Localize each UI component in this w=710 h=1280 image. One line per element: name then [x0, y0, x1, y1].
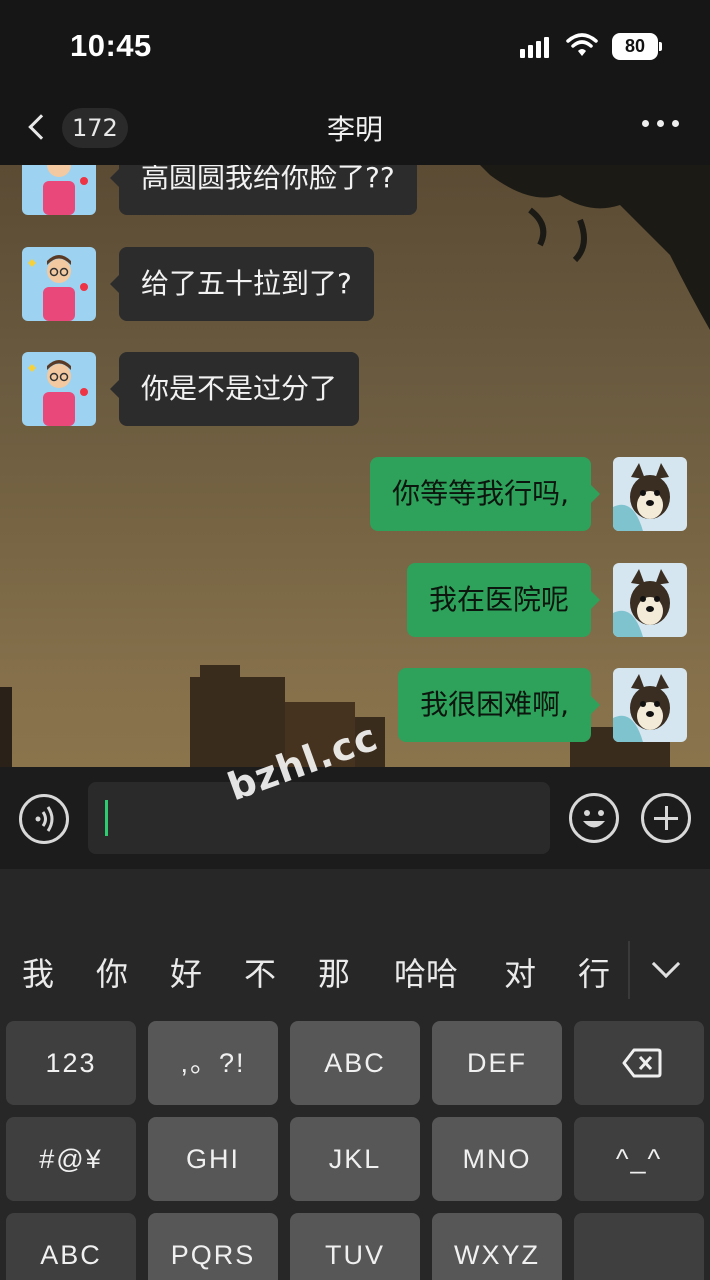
candidate-divider [628, 941, 630, 999]
chevron-left-icon [28, 114, 54, 140]
battery-icon: 80 [612, 33, 662, 60]
outgoing-message[interactable]: 我在医院呢 [406, 563, 601, 637]
chat-header: 172 李明 [0, 90, 710, 165]
message-row: 我在医院呢 [0, 563, 710, 639]
keyboard: 123 ,。?! ABC DEF #@¥ GHI JKL MNO ^_^ ABC… [0, 1009, 710, 1280]
keyboard-toolbar [0, 869, 710, 929]
message-text-field[interactable] [88, 782, 550, 854]
more-actions-button[interactable] [641, 793, 691, 843]
smiley-icon [583, 810, 605, 828]
key-def[interactable]: DEF [432, 1021, 562, 1105]
key-abc[interactable]: ABC [290, 1021, 420, 1105]
candidate-word[interactable]: 那 [318, 949, 350, 995]
candidate-word[interactable]: 不 [244, 949, 276, 995]
key-wxyz[interactable]: WXYZ [432, 1213, 562, 1280]
emoji-button[interactable] [569, 793, 619, 843]
wifi-icon [566, 33, 598, 56]
my-avatar[interactable] [613, 457, 687, 531]
text-caret [105, 800, 108, 836]
back-button[interactable]: 172 [22, 108, 128, 148]
my-avatar[interactable] [613, 563, 687, 637]
key-ghi[interactable]: GHI [148, 1117, 278, 1201]
message-input-bar [0, 767, 710, 869]
message-list[interactable]: 高圆圆我给你脸了?? 给了五十拉到了? 你是不是过分了 你等等我行吗, 我在医院… [0, 165, 710, 767]
incoming-message[interactable]: 你是不是过分了 [109, 352, 360, 426]
unread-count-badge: 172 [62, 108, 128, 148]
candidate-word[interactable]: 你 [96, 949, 128, 995]
candidate-word[interactable]: 我 [22, 949, 54, 995]
message-row: 高圆圆我给你脸了?? [0, 165, 710, 217]
key-123[interactable]: 123 [6, 1021, 136, 1105]
contact-avatar[interactable] [22, 165, 96, 215]
candidate-word[interactable]: 对 [504, 949, 536, 995]
contact-avatar[interactable] [22, 352, 96, 426]
voice-icon [35, 806, 54, 832]
candidate-word[interactable]: 好 [170, 949, 202, 995]
status-bar: 10:45 80 [0, 0, 710, 90]
cellular-signal-icon [520, 36, 550, 58]
contact-avatar[interactable] [22, 247, 96, 321]
voice-input-button[interactable] [19, 794, 69, 844]
key-emoticon[interactable]: ^_^ [574, 1117, 704, 1201]
key-jkl[interactable]: JKL [290, 1117, 420, 1201]
outgoing-message[interactable]: 你等等我行吗, [370, 457, 600, 531]
key-mno[interactable]: MNO [432, 1117, 562, 1201]
message-row: 给了五十拉到了? [0, 247, 710, 323]
incoming-message[interactable]: 给了五十拉到了? [110, 247, 374, 321]
outgoing-message[interactable]: 我很困难啊, [398, 668, 600, 742]
key-punctuation[interactable]: ,。?! [148, 1021, 278, 1105]
key-abc-switch[interactable]: ABC [6, 1213, 136, 1280]
message-row: 你是不是过分了 [0, 352, 710, 428]
candidate-word[interactable]: 行 [578, 949, 610, 995]
candidate-word[interactable]: 哈哈 [394, 949, 458, 995]
key-return[interactable] [574, 1213, 704, 1280]
chevron-down-icon[interactable] [651, 949, 681, 979]
key-pqrs[interactable]: PQRS [148, 1213, 278, 1280]
key-tuv[interactable]: TUV [290, 1213, 420, 1280]
status-time: 10:45 [70, 28, 152, 63]
candidate-bar: 我 你 好 不 那 哈哈 对 行 [0, 929, 710, 1009]
backspace-key[interactable] [574, 1021, 704, 1105]
incoming-message[interactable]: 高圆圆我给你脸了?? [110, 165, 417, 215]
more-options-icon[interactable] [640, 120, 680, 130]
backspace-icon [622, 1048, 662, 1078]
my-avatar[interactable] [613, 668, 687, 742]
chat-title: 李明 [326, 113, 383, 146]
message-row: 你等等我行吗, [0, 457, 710, 533]
key-symbols[interactable]: #@¥ [6, 1117, 136, 1201]
